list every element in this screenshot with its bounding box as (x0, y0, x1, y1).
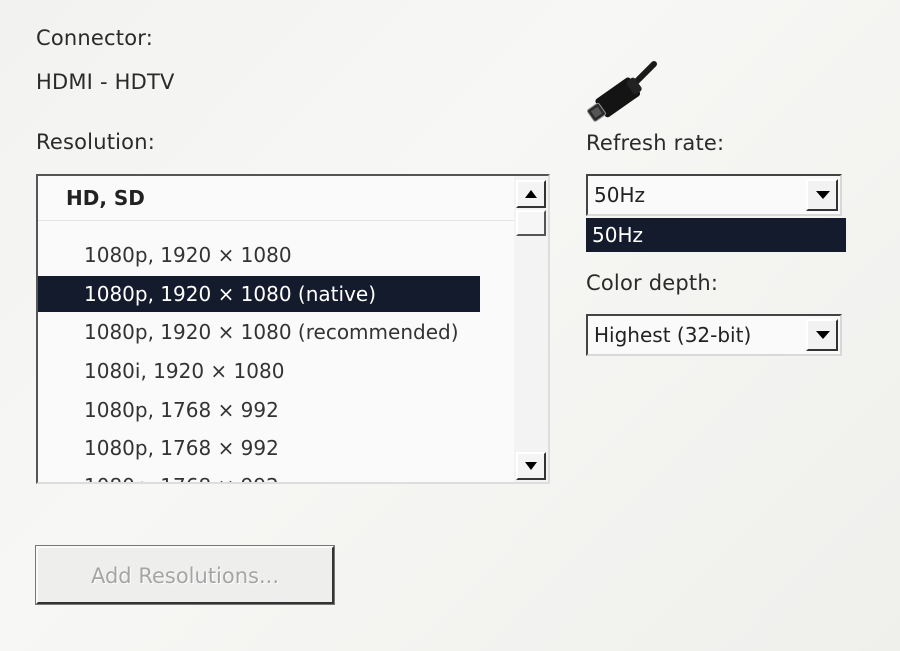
arrow-up-icon (525, 190, 537, 198)
refresh-rate-option[interactable]: 50Hz (592, 218, 643, 252)
list-item[interactable]: 1080p, 1920 × 1080 (38, 237, 480, 273)
arrow-down-icon (525, 462, 537, 470)
group-divider (38, 220, 516, 221)
add-resolutions-label: Add Resolutions... (90, 564, 280, 588)
connector-value: HDMI - HDTV (36, 70, 175, 94)
refresh-rate-select[interactable]: 50Hz (586, 174, 842, 216)
color-depth-label: Color depth: (586, 271, 719, 295)
list-item[interactable]: 1080p, 1768 × 992 (38, 430, 480, 466)
color-depth-dropdown-button[interactable] (806, 319, 838, 351)
color-depth-select[interactable]: Highest (32-bit) (586, 314, 842, 356)
connector-label: Connector: (36, 26, 154, 50)
chevron-down-icon (816, 331, 830, 339)
list-item[interactable]: 1080p, 1768 × 992 (38, 392, 480, 428)
add-resolutions-button[interactable]: Add Resolutions... (35, 545, 335, 605)
list-item[interactable]: 1080p, 1920 × 1080 (recommended) (38, 314, 480, 350)
resolution-label: Resolution: (36, 130, 156, 154)
refresh-rate-value: 50Hz (594, 183, 645, 207)
list-item-selected[interactable]: 1080p, 1920 × 1080 (native) (38, 276, 480, 312)
color-depth-value: Highest (32-bit) (594, 323, 752, 347)
refresh-rate-dropdown-list[interactable]: 50Hz (586, 218, 846, 252)
hdmi-cable-icon (586, 61, 657, 122)
refresh-rate-dropdown-button[interactable] (806, 179, 838, 211)
group-header: HD, SD (66, 186, 145, 210)
chevron-down-icon (816, 191, 830, 199)
scroll-up-button[interactable] (516, 180, 546, 208)
resolution-listbox[interactable]: HD, SD 1080p, 1920 × 1080 1080p, 1920 × … (36, 174, 550, 484)
scroll-down-button[interactable] (516, 452, 546, 480)
list-scrollbar[interactable] (514, 176, 548, 482)
list-item[interactable]: 1080p, 1768 × 992 (38, 468, 480, 482)
list-item[interactable]: 1080i, 1920 × 1080 (38, 353, 480, 389)
scroll-thumb[interactable] (516, 210, 546, 236)
refresh-rate-label: Refresh rate: (586, 131, 725, 155)
